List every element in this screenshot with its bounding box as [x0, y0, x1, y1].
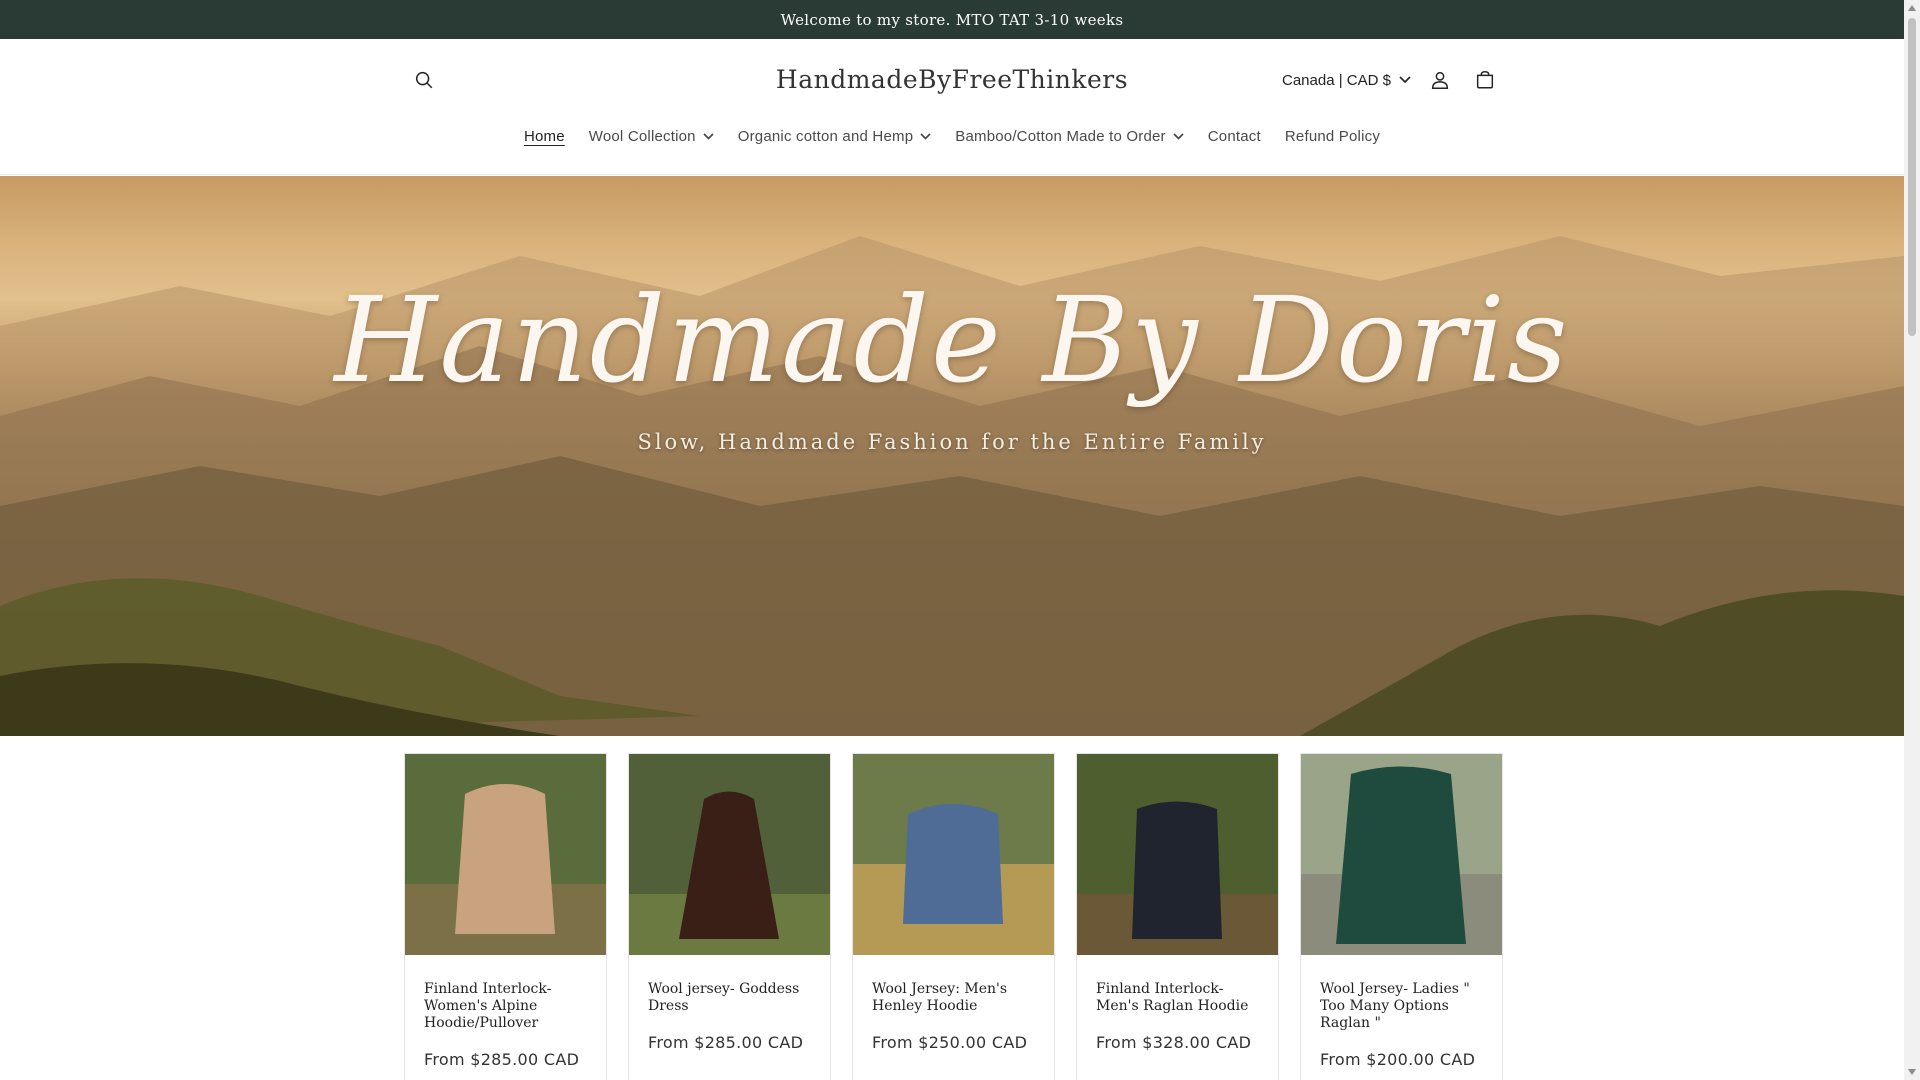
garment-shape [1132, 801, 1222, 939]
store-logo: HandmadeByFreeThinkers [0, 65, 1904, 94]
scroll-up-arrow-icon[interactable] [1907, 3, 1917, 13]
mountain-landscape-image [0, 236, 1904, 736]
product-card[interactable]: Finland Interlock- Men's Raglan Hoodie F… [1076, 753, 1279, 1080]
hero-subtitle: Slow, Handmade Fashion for the Entire Fa… [637, 430, 1267, 454]
garment-shape [903, 804, 1003, 924]
store-name-link[interactable]: HandmadeByFreeThinkers [776, 65, 1128, 94]
product-price: From $285.00 CAD [424, 1050, 580, 1069]
country-currency-selector[interactable]: Canada | CAD $ [1282, 67, 1411, 93]
product-title[interactable]: Wool Jersey- Ladies " Too Many Options R… [1320, 981, 1490, 1032]
product-image [629, 754, 830, 955]
product-price: From $250.00 CAD [872, 1033, 1028, 1052]
cart-button[interactable] [1465, 60, 1505, 100]
shopping-bag-icon [1476, 71, 1494, 89]
account-button[interactable] [1420, 60, 1460, 100]
product-image [405, 754, 606, 955]
product-card[interactable]: Finland Interlock- Women's Alpine Hoodie… [404, 753, 607, 1080]
nav-item-label: Home [523, 127, 565, 145]
nav-item-label: Organic cotton and Hemp [737, 127, 914, 145]
product-price: From $200.00 CAD [1320, 1050, 1476, 1069]
product-card[interactable]: Wool Jersey: Men's Henley Hoodie From $2… [852, 753, 1055, 1080]
announcement-bar: Welcome to my store. MTO TAT 3-10 weeks [0, 0, 1904, 39]
hero-banner: Handmade By Doris Slow, Handmade Fashion… [0, 176, 1904, 736]
product-title[interactable]: Wool Jersey: Men's Henley Hoodie [872, 981, 1042, 1015]
nav-item-home[interactable]: Home [512, 121, 577, 151]
product-photo [629, 754, 830, 955]
nav-item-label: Bamboo/Cotton Made to Order [955, 127, 1166, 145]
nav-item-label: Contact [1207, 127, 1261, 145]
product-title[interactable]: Finland Interlock- Women's Alpine Hoodie… [424, 981, 594, 1032]
nav-item-wool-collection[interactable]: Wool Collection [577, 121, 726, 151]
garment-shape [455, 784, 555, 934]
nav-item-contact[interactable]: Contact [1196, 121, 1273, 151]
product-card[interactable]: Wool Jersey- Ladies " Too Many Options R… [1300, 753, 1503, 1080]
page-scrollbar[interactable] [1904, 0, 1920, 1080]
product-image [1077, 754, 1278, 955]
chevron-down-icon [920, 132, 931, 140]
nav-item-bamboo-cotton[interactable]: Bamboo/Cotton Made to Order [943, 121, 1196, 151]
nav-item-refund-policy[interactable]: Refund Policy [1273, 121, 1392, 151]
chevron-down-icon [1173, 132, 1184, 140]
site-header: HandmadeByFreeThinkers Canada | CAD $ Ho… [0, 39, 1904, 175]
product-image [853, 754, 1054, 955]
nav-item-label: Wool Collection [588, 127, 696, 145]
user-icon [1431, 71, 1449, 89]
main-navigation: Home Wool Collection Organic cotton and … [0, 121, 1904, 151]
product-title[interactable]: Wool jersey- Goddess Dress [648, 981, 818, 1015]
chevron-down-icon [1399, 76, 1411, 84]
nav-item-label: Refund Policy [1284, 127, 1381, 145]
garment-shape [1336, 766, 1466, 944]
product-card[interactable]: Wool jersey- Goddess Dress From $285.00 … [628, 753, 831, 1080]
currency-label: Canada | CAD $ [1282, 71, 1391, 89]
chevron-down-icon [703, 132, 714, 140]
nav-item-organic-cotton-hemp[interactable]: Organic cotton and Hemp [726, 121, 944, 151]
product-price: From $328.00 CAD [1096, 1033, 1252, 1052]
product-photo [405, 754, 606, 955]
product-price: From $285.00 CAD [648, 1033, 804, 1052]
product-photo [1301, 754, 1502, 955]
announcement-text: Welcome to my store. MTO TAT 3-10 weeks [780, 10, 1124, 29]
product-image [1301, 754, 1502, 955]
scroll-down-arrow-icon[interactable] [1907, 1067, 1917, 1077]
product-photo [1077, 754, 1278, 955]
scrollbar-thumb[interactable] [1908, 18, 1916, 336]
product-title[interactable]: Finland Interlock- Men's Raglan Hoodie [1096, 981, 1266, 1015]
featured-products-grid: Finland Interlock- Women's Alpine Hoodie… [404, 753, 1504, 1080]
hero-title: Handmade By Doris [334, 271, 1570, 409]
product-photo [853, 754, 1054, 955]
